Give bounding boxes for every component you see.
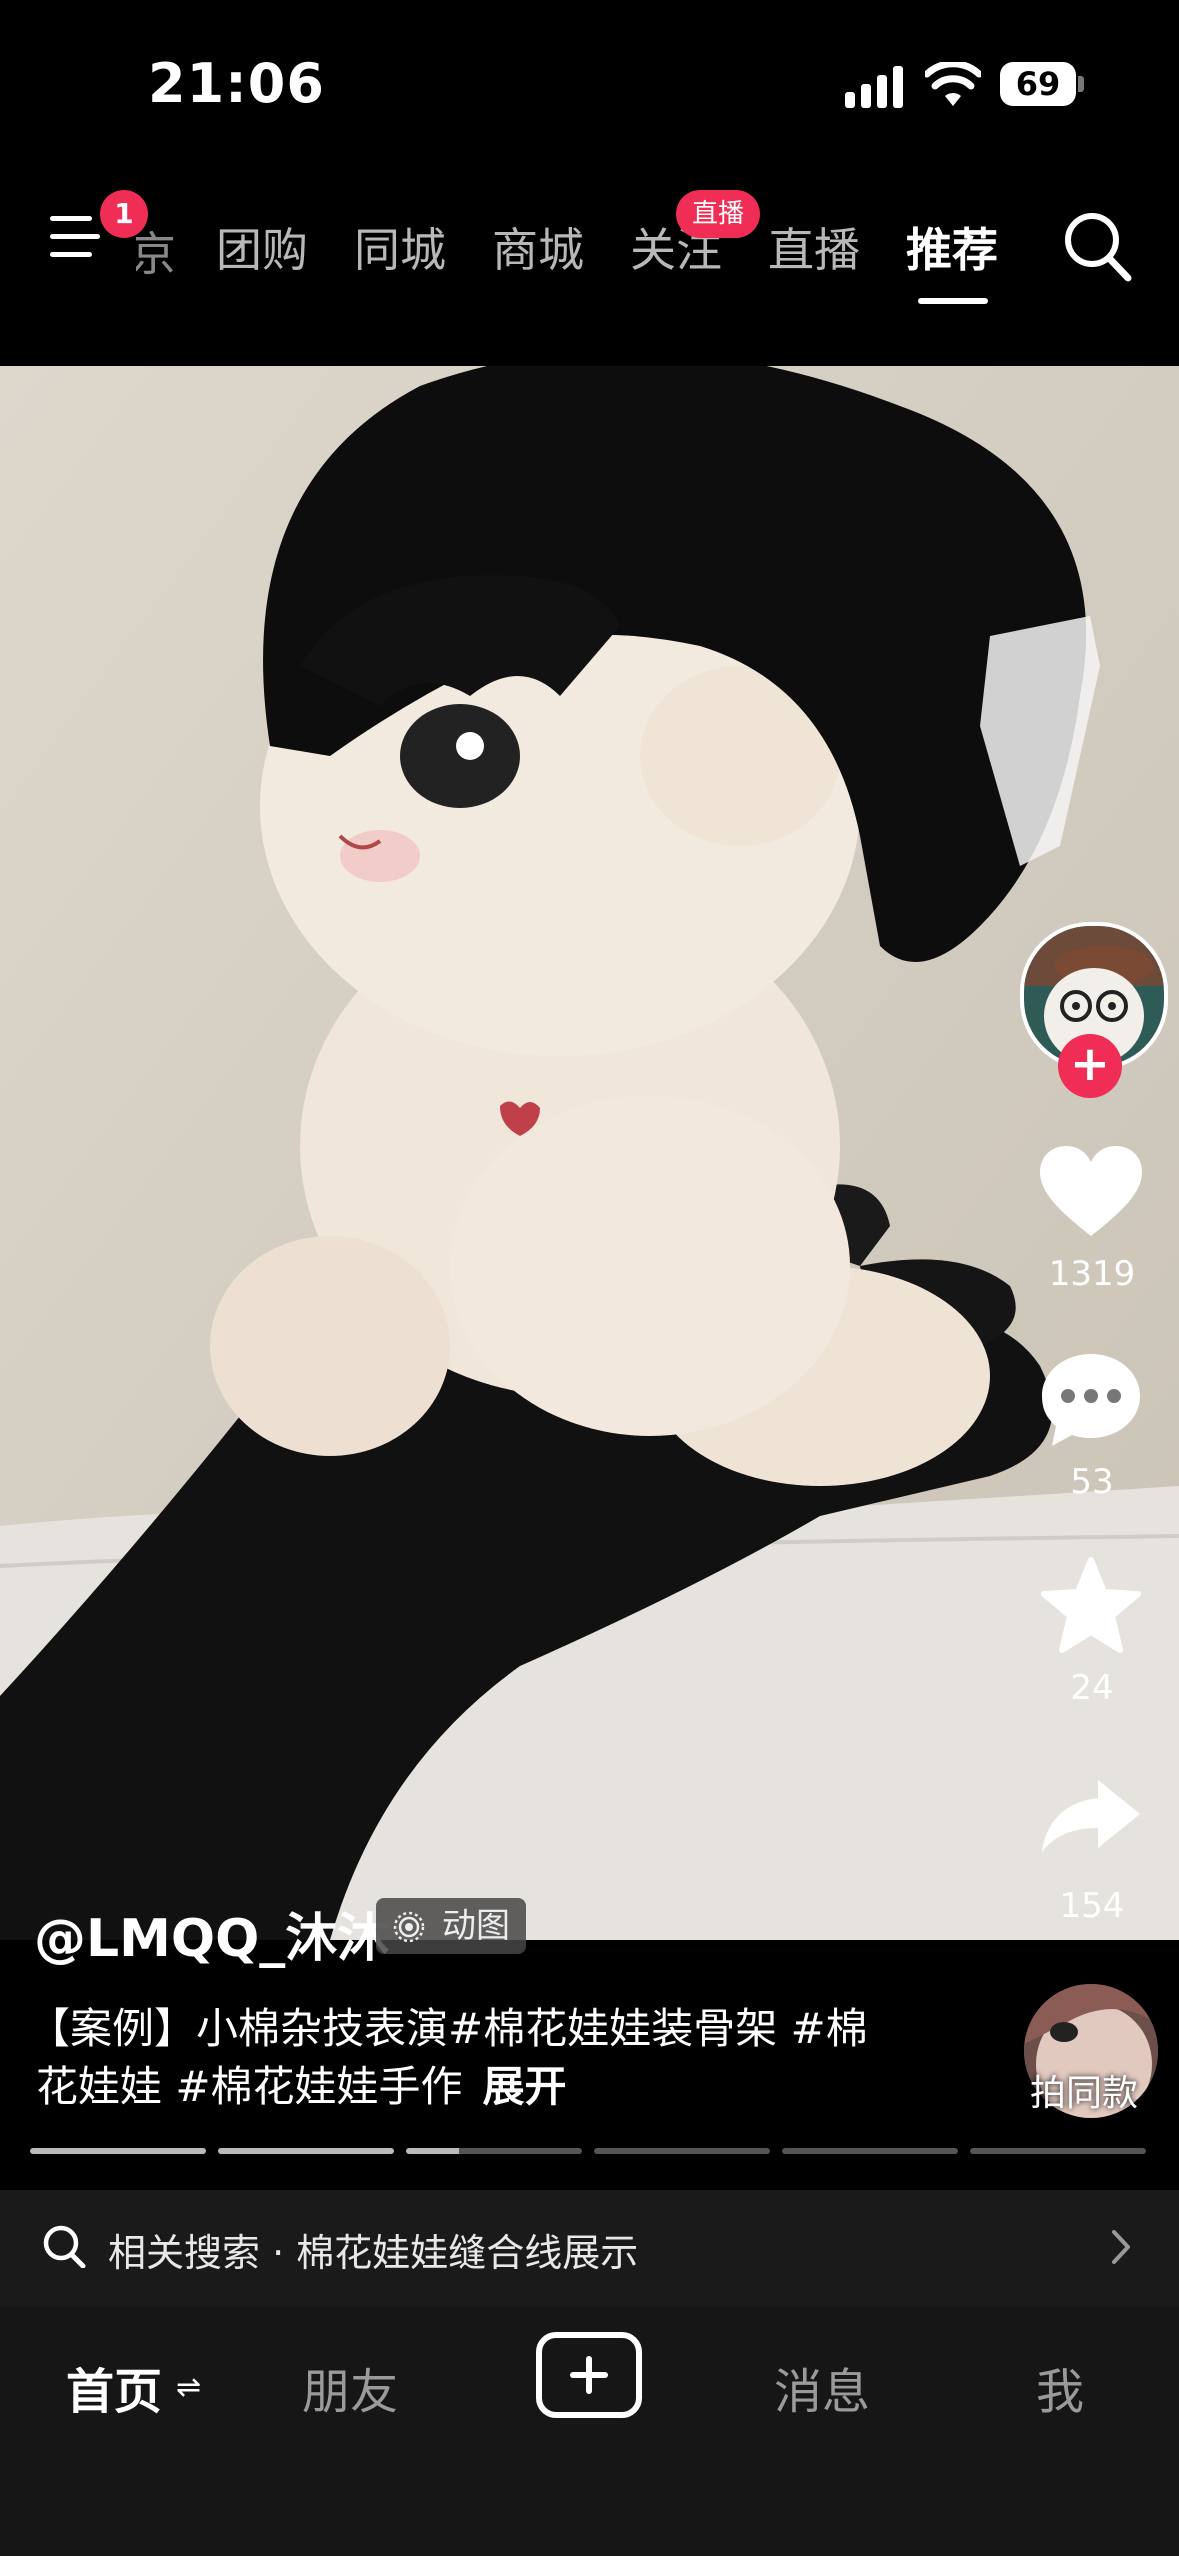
progress-segment bbox=[218, 2148, 394, 2154]
cellular-signal-icon bbox=[845, 66, 903, 108]
video-frame-illustration bbox=[0, 366, 1179, 1940]
favorite-count: 24 bbox=[1070, 1668, 1114, 1708]
video-player[interactable] bbox=[0, 366, 1179, 1940]
progress-segment bbox=[30, 2148, 206, 2154]
search-icon[interactable] bbox=[1062, 210, 1132, 282]
share-arrow-icon[interactable] bbox=[1038, 1776, 1144, 1856]
like-count: 1319 bbox=[1048, 1254, 1136, 1294]
tab-mall[interactable]: 商城 bbox=[492, 214, 584, 280]
progress-segment bbox=[406, 2148, 582, 2154]
menu-icon[interactable] bbox=[50, 216, 106, 260]
comment-count: 53 bbox=[1070, 1462, 1114, 1502]
author-name[interactable]: @LMQQ_沐沐 bbox=[34, 1896, 389, 1971]
related-search-prefix: 相关搜索 bbox=[108, 2231, 261, 2275]
progress-segment bbox=[594, 2148, 770, 2154]
live-badge: 直播 bbox=[676, 190, 760, 238]
nav-me[interactable]: 我 bbox=[1036, 2352, 1084, 2422]
tab-live[interactable]: 直播 bbox=[768, 214, 860, 280]
related-search-query: 棉花娃娃缝合线展示 bbox=[296, 2231, 639, 2275]
related-search-text: 相关搜索 · 棉花娃娃缝合线展示 bbox=[108, 2222, 638, 2277]
create-post-button[interactable] bbox=[536, 2332, 642, 2418]
share-count: 154 bbox=[1059, 1886, 1125, 1926]
caption-line-2: 花娃娃 #棉花娃娃手作 展开 bbox=[36, 2058, 567, 2116]
caption-line-2-text: 花娃娃 #棉花娃娃手作 bbox=[36, 2062, 463, 2111]
tab-group-buy[interactable]: 团购 bbox=[216, 214, 308, 280]
nav-messages[interactable]: 消息 bbox=[774, 2352, 870, 2422]
follow-button[interactable]: + bbox=[1058, 1034, 1122, 1098]
active-tab-indicator bbox=[918, 298, 988, 304]
same-style-label[interactable]: 拍同款 bbox=[1030, 2064, 1138, 2116]
nav-home[interactable]: 首页 bbox=[66, 2352, 162, 2422]
battery-tip bbox=[1078, 76, 1084, 92]
tab-local[interactable]: 同城 bbox=[354, 214, 446, 280]
caption-line-1: 【案例】小棉杂技表演#棉花娃娃装骨架 #棉 bbox=[28, 2004, 868, 2053]
wifi-icon bbox=[925, 62, 981, 106]
related-search-icon bbox=[43, 2225, 86, 2268]
nav-friends[interactable]: 朋友 bbox=[302, 2352, 398, 2422]
related-search-separator: · bbox=[272, 2231, 285, 2275]
progress-segment bbox=[970, 2148, 1146, 2154]
status-time: 21:06 bbox=[148, 52, 325, 115]
live-photo-icon bbox=[393, 1911, 425, 1943]
tab-partial[interactable]: 京 bbox=[136, 218, 176, 284]
like-heart-icon[interactable] bbox=[1038, 1144, 1144, 1240]
comment-icon[interactable] bbox=[1038, 1350, 1144, 1450]
gif-tag-label: 动图 bbox=[442, 1906, 510, 1946]
chevron-right-icon bbox=[1112, 2230, 1130, 2264]
battery-indicator: 69 bbox=[1000, 62, 1076, 106]
progress-segment bbox=[782, 2148, 958, 2154]
favorite-star-icon[interactable] bbox=[1038, 1556, 1144, 1656]
expand-caption-button[interactable]: 展开 bbox=[483, 2062, 567, 2111]
tab-recommended[interactable]: 推荐 bbox=[906, 214, 998, 280]
refresh-swap-icon: ⇌ bbox=[176, 2370, 202, 2405]
